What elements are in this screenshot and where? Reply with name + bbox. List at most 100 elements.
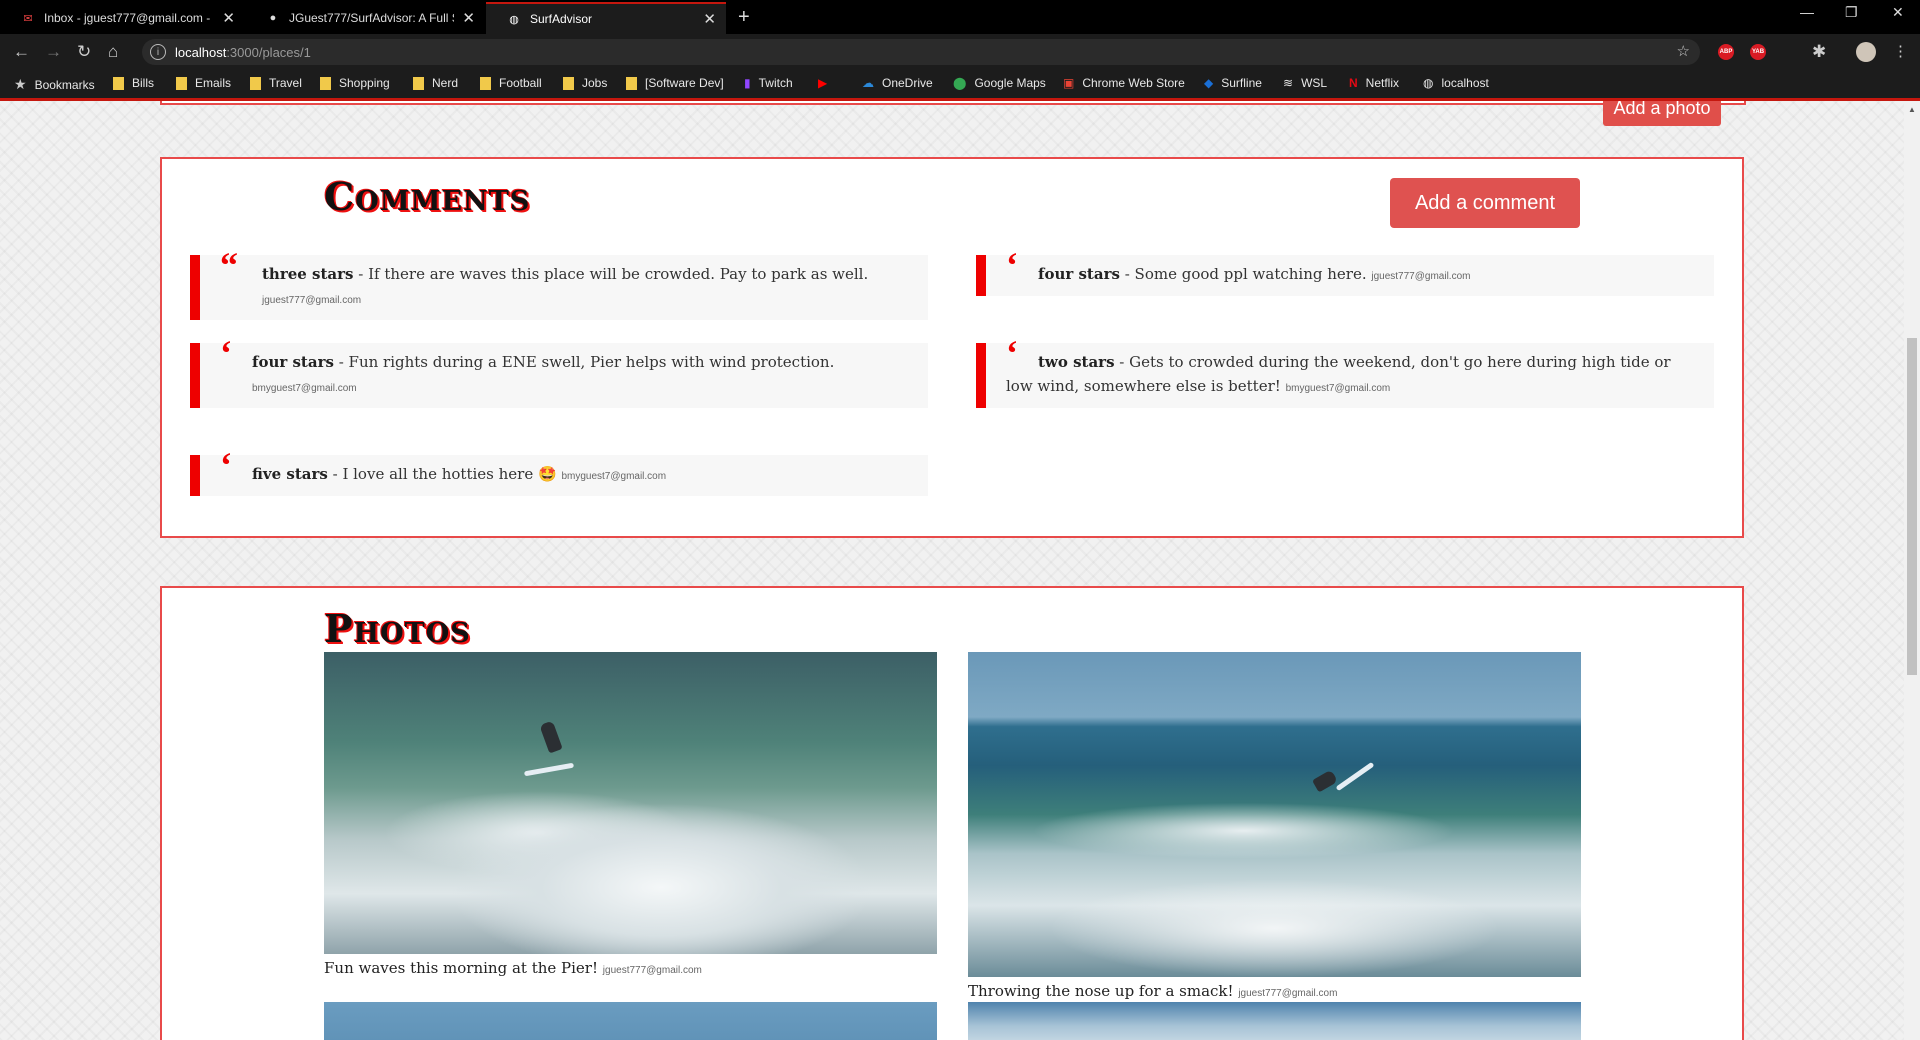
home-icon[interactable]: ⌂ (108, 42, 118, 62)
forward-icon[interactable]: → (45, 42, 62, 62)
tab-gmail[interactable]: ✉ Inbox - jguest777@gmail.com - G ✕ (0, 2, 245, 34)
bookmark-bills[interactable]: Bills (113, 76, 154, 90)
youtube-icon: ▶ (818, 76, 828, 90)
extensions-puzzle-icon[interactable]: ✱ (1812, 42, 1826, 62)
quote-icon: ‘ (220, 333, 232, 373)
comment-rating: two stars (1038, 353, 1115, 371)
store-icon: ▣ (1063, 76, 1075, 90)
bookmark-netflix[interactable]: N Netflix (1349, 76, 1399, 90)
tab-github[interactable]: ● JGuest777/SurfAdvisor: A Full Sta ✕ (245, 2, 485, 34)
bookmark-shopping[interactable]: Shopping (320, 76, 390, 90)
netflix-icon: N (1349, 76, 1358, 90)
bookmark-travel[interactable]: Travel (250, 76, 302, 90)
photos-card: Photos Fun waves this morning at the Pie… (160, 586, 1744, 1040)
tab-surfadvisor[interactable]: ◍ SurfAdvisor ✕ (486, 2, 726, 34)
folder-icon (480, 76, 491, 90)
place-card (160, 101, 1746, 105)
globe-icon: ◍ (1423, 76, 1434, 90)
comment-author: bmyguest7@gmail.com (1285, 383, 1391, 394)
comment-text: - Some good ppl watching here. (1124, 265, 1367, 283)
bookmark-jobs[interactable]: Jobs (563, 76, 607, 90)
folder-icon (250, 76, 261, 90)
folder-icon (413, 76, 424, 90)
bookmark-twitch[interactable]: ▮ Twitch (744, 76, 793, 90)
extension-icon[interactable]: YAB (1750, 44, 1766, 60)
quote-icon: ‘ (1006, 245, 1018, 285)
photo-author: jguest777@gmail.com (1238, 988, 1338, 999)
comment-text: - Fun rights during a ENE swell, Pier he… (338, 353, 835, 371)
bookmark-star-icon[interactable]: ☆ (1677, 42, 1690, 60)
comment-rating: four stars (1038, 265, 1120, 283)
comment-item: “ three stars - If there are waves this … (190, 245, 928, 320)
close-window-icon[interactable]: ✕ (1892, 4, 1904, 21)
address-bar[interactable]: i localhost:3000/places/1 ☆ (142, 39, 1700, 65)
folder-icon (563, 76, 574, 90)
browser-toolbar: ← → ↻ ⌂ i localhost:3000/places/1 ☆ ABP … (0, 34, 1920, 70)
comment-rating: three stars (262, 265, 354, 283)
folder-icon (176, 76, 187, 90)
scrollbar-thumb[interactable] (1907, 338, 1917, 675)
bookmark-localhost[interactable]: ◍ localhost (1423, 76, 1489, 90)
comment-author: jguest777@gmail.com (262, 295, 362, 306)
comment-author: bmyguest7@gmail.com (252, 383, 357, 394)
folder-icon (626, 76, 637, 90)
scroll-up-icon[interactable]: ▲ (1908, 105, 1916, 114)
surf-photo[interactable] (324, 652, 937, 954)
bookmark-software-dev[interactable]: [Software Dev] (626, 76, 724, 90)
surfer-figure (539, 720, 563, 754)
photo-caption: Fun waves this morning at the Pier! jgue… (324, 959, 702, 977)
surf-photo[interactable] (968, 652, 1581, 977)
comment-item: ‘ four stars - Some good ppl watching he… (976, 245, 1714, 296)
add-photo-button[interactable]: Add a photo (1603, 101, 1721, 126)
tab-label: Inbox - jguest777@gmail.com - G (44, 11, 215, 25)
wave-icon: ≋ (1283, 76, 1294, 90)
bookmark-surfline[interactable]: ◆ Surfline (1204, 76, 1262, 90)
close-icon[interactable]: ✕ (222, 9, 235, 27)
reload-icon[interactable]: ↻ (77, 42, 91, 62)
folder-icon (113, 76, 124, 90)
bookmark-youtube[interactable]: ▶ (818, 76, 835, 90)
quote-icon: ‘ (220, 445, 232, 485)
tab-label: JGuest777/SurfAdvisor: A Full Sta (289, 11, 455, 25)
bookmark-football[interactable]: Football (480, 76, 542, 90)
globe-icon: ◍ (509, 13, 519, 26)
comment-item: ‘ two stars - Gets to crowded during the… (976, 333, 1714, 408)
page-viewport: Add a photo Comments Add a comment “ thr… (0, 101, 1904, 1040)
bookmark-emails[interactable]: Emails (176, 76, 231, 90)
menu-icon[interactable]: ⋮ (1893, 42, 1908, 60)
surf-photo[interactable] (324, 1002, 937, 1040)
maximize-icon[interactable]: ❐ (1845, 4, 1858, 21)
surfboard (1335, 761, 1375, 792)
close-icon[interactable]: ✕ (462, 9, 475, 27)
close-icon[interactable]: ✕ (703, 10, 716, 28)
quote-icon: ‘ (1006, 333, 1018, 373)
page-scrollbar[interactable]: ▲ (1904, 101, 1920, 1040)
surfboard (523, 762, 575, 777)
avatar[interactable] (1856, 42, 1876, 62)
surfer-figure (1311, 769, 1339, 793)
url-text: localhost:3000/places/1 (175, 44, 311, 60)
surfline-icon: ◆ (1204, 76, 1214, 90)
bookmark-wsl[interactable]: ≋ WSL (1283, 76, 1327, 90)
minimize-icon[interactable]: — (1800, 4, 1814, 20)
bookmark-onedrive[interactable]: ☁ OneDrive (862, 76, 933, 90)
add-comment-button[interactable]: Add a comment (1390, 178, 1580, 228)
twitch-icon: ▮ (744, 76, 751, 90)
bookmark-nerd[interactable]: Nerd (413, 76, 458, 90)
back-icon[interactable]: ← (13, 42, 30, 62)
info-icon[interactable]: i (150, 44, 166, 60)
bookmark-chrome-web-store[interactable]: ▣ Chrome Web Store (1063, 76, 1185, 90)
quote-icon: “ (220, 245, 238, 285)
new-tab-icon[interactable]: + (738, 6, 750, 29)
comment-text: - I love all the hotties here 🤩 (332, 465, 557, 483)
comment-text: - If there are waves this place will be … (358, 265, 869, 283)
star-icon: ★ (14, 76, 27, 92)
bookmark-google-maps[interactable]: ⬤ Google Maps (953, 76, 1046, 90)
comment-item: ‘ four stars - Fun rights during a ENE s… (190, 333, 928, 408)
bookmark-bookmarks[interactable]: ★ Bookmarks (14, 76, 95, 93)
surf-photo[interactable] (968, 1002, 1581, 1040)
adblock-extension-icon[interactable]: ABP (1718, 44, 1734, 60)
map-pin-icon: ⬤ (953, 76, 967, 90)
comments-title: Comments (324, 174, 531, 219)
comment-author: bmyguest7@gmail.com (561, 471, 667, 482)
